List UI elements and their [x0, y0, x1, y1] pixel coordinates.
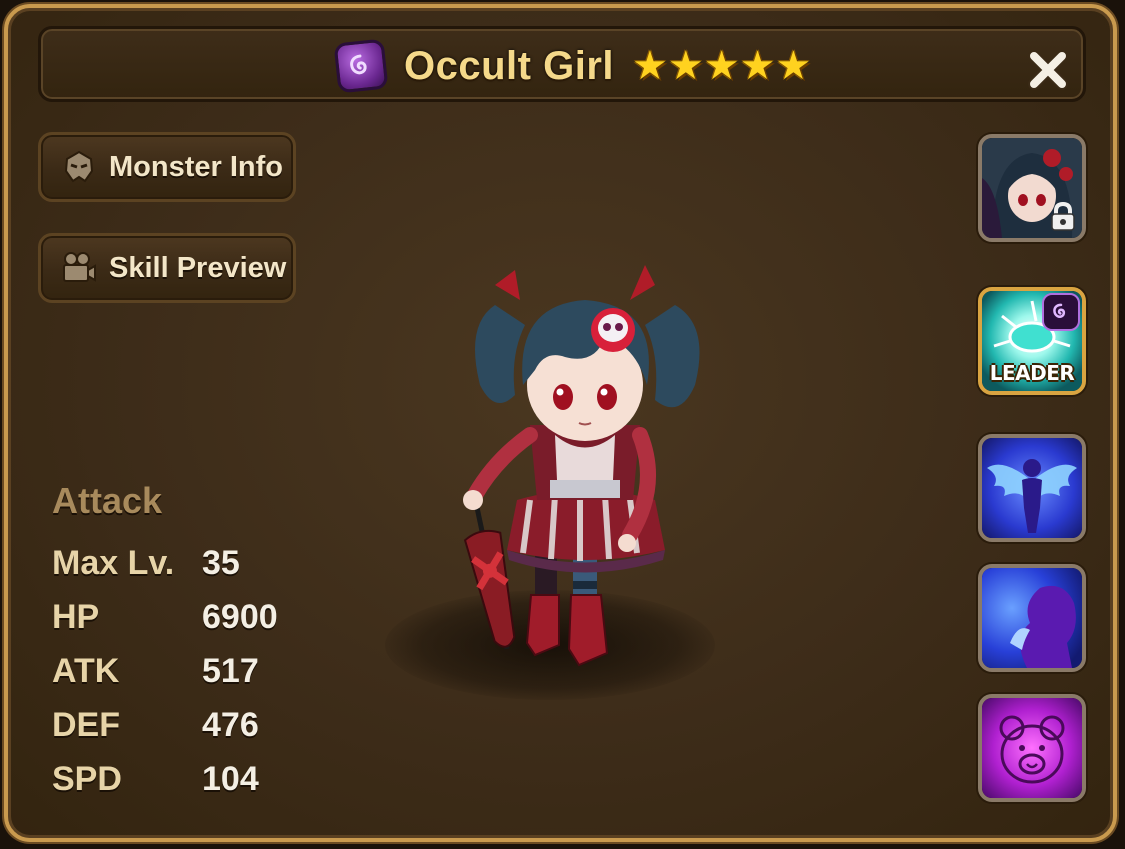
skill-preview-button[interactable]: Skill Preview	[38, 233, 296, 303]
stat-value: 104	[202, 759, 259, 798]
stat-label: DEF	[52, 705, 120, 744]
star-rating: ★ ★ ★ ★ ★	[632, 46, 811, 86]
stat-row-atk: ATK 517	[52, 644, 278, 698]
helmet-icon	[59, 147, 99, 187]
star-icon: ★	[775, 44, 812, 88]
skill-1-button[interactable]	[978, 434, 1086, 542]
star-icon: ★	[632, 44, 668, 88]
stat-row-hp: HP 6900	[52, 590, 278, 644]
stat-row-spd: SPD 104	[52, 752, 278, 806]
stat-row-def: DEF 476	[52, 698, 278, 752]
star-icon: ★	[667, 44, 704, 88]
stat-value: 517	[202, 651, 259, 690]
stats-panel: Attack Max Lv. 35 HP 6900 ATK 517 DEF 47…	[52, 480, 278, 806]
video-camera-icon	[59, 248, 99, 288]
close-button[interactable]	[1024, 46, 1072, 94]
awakened-portrait-button[interactable]	[978, 134, 1086, 242]
monster-info-label: Monster Info	[109, 150, 283, 183]
stat-label: SPD	[52, 759, 122, 798]
dark-attribute-icon	[333, 38, 389, 94]
stat-label: HP	[52, 597, 100, 636]
leader-label: LEADER	[989, 361, 1075, 385]
stat-value: 476	[202, 705, 259, 744]
monster-title-group: Occult Girl ★ ★ ★ ★ ★	[333, 38, 811, 94]
monster-character-model[interactable]	[455, 245, 715, 685]
skill-teddy-bear-icon	[982, 698, 1082, 798]
skill-prayer-icon	[982, 568, 1082, 668]
monster-name: Occult Girl	[404, 43, 614, 88]
stat-label: Max Lv.	[52, 543, 175, 582]
lock-icon	[1051, 202, 1075, 231]
skill-angel-wings-icon	[982, 438, 1082, 538]
skill-2-button[interactable]	[978, 564, 1086, 672]
star-icon: ★	[703, 44, 740, 88]
archetype-label: Attack	[52, 480, 163, 521]
close-icon	[1028, 50, 1068, 90]
stat-value: 6900	[202, 597, 278, 636]
monster-info-button[interactable]: Monster Info	[38, 132, 296, 202]
skill-preview-label: Skill Preview	[109, 251, 287, 284]
leader-skill-button[interactable]: LEADER	[978, 287, 1086, 395]
stat-label: ATK	[52, 651, 120, 690]
star-icon: ★	[739, 44, 776, 88]
stat-row-max-level: Max Lv. 35	[52, 536, 278, 590]
stat-value: 35	[202, 543, 240, 582]
skill-3-button[interactable]	[978, 694, 1086, 802]
dark-attribute-badge-icon	[1042, 293, 1080, 331]
